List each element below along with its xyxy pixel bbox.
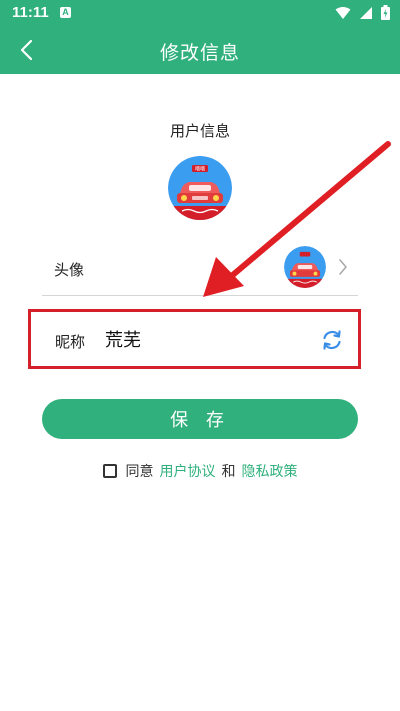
car-logo-icon <box>284 246 326 288</box>
agreement-row: 同意 用户协议 和 隐私政策 <box>0 461 400 481</box>
privacy-policy-link[interactable]: 隐私政策 <box>242 461 298 481</box>
agreement-prefix: 同意 <box>125 464 154 480</box>
refresh-icon[interactable] <box>320 328 344 352</box>
save-button[interactable]: 保 存 <box>42 399 358 439</box>
avatar-badge-text: 嘀嘀 <box>195 166 205 173</box>
agreement-checkbox[interactable] <box>102 464 117 478</box>
car-logo-icon: 嘀嘀 <box>168 156 232 220</box>
avatar-row-label: 头像 <box>54 261 85 279</box>
status-icons <box>335 5 390 20</box>
avatar-small <box>284 246 326 288</box>
section-title: 用户信息 <box>169 122 230 140</box>
notification-icon: A <box>60 7 71 18</box>
wifi-icon <box>335 6 351 19</box>
nickname-row: 昵称 <box>28 309 361 369</box>
status-time: 11:11 <box>12 4 49 21</box>
nickname-input[interactable] <box>105 324 305 354</box>
user-agreement-link[interactable]: 用户协议 <box>160 461 216 481</box>
chevron-right-icon <box>339 259 347 275</box>
page-title: 修改信息 <box>159 42 240 64</box>
nickname-label: 昵称 <box>55 333 86 351</box>
status-bar: 11:11 A <box>0 0 400 26</box>
app-bar: 修改信息 <box>0 26 400 74</box>
agreement-and: 和 <box>221 464 236 480</box>
avatar-row[interactable]: 头像 <box>42 243 358 296</box>
avatar-large[interactable]: 嘀嘀 <box>168 156 232 220</box>
signal-icon <box>360 6 372 19</box>
battery-icon <box>381 5 390 20</box>
